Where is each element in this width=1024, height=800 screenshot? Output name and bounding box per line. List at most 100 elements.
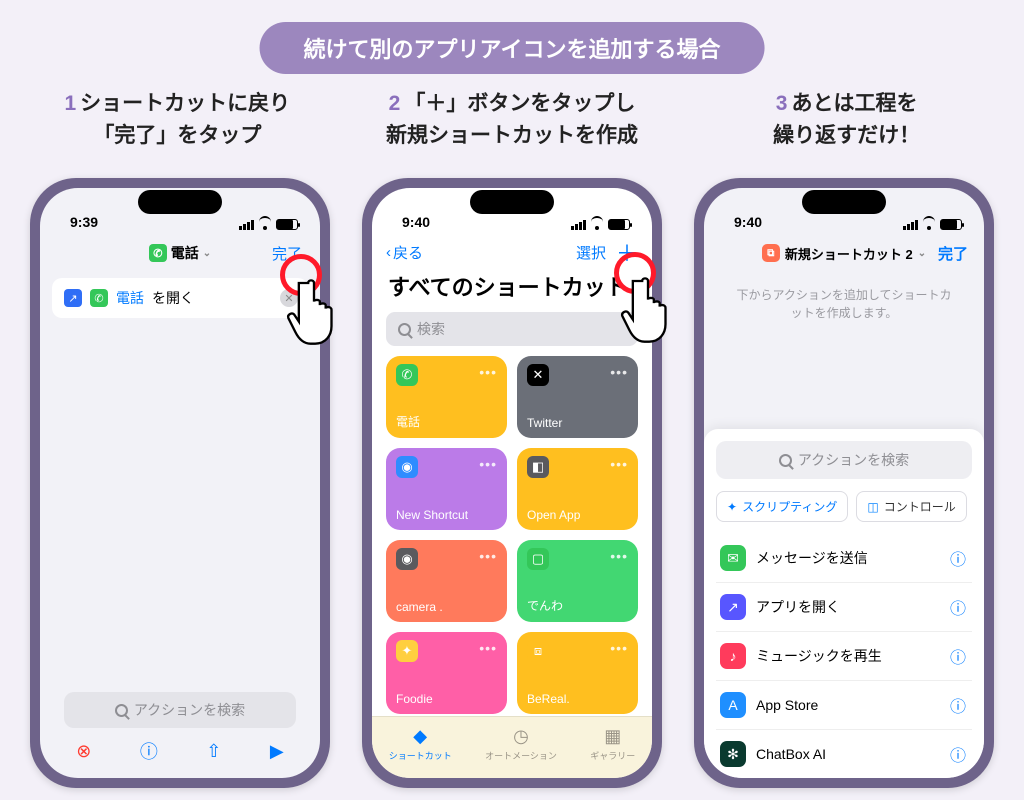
tile-label: camera . (396, 600, 443, 614)
back-button[interactable]: ‹ 戻る (386, 242, 423, 263)
nav-bar: ‹ 戻る 選択 ＋ (372, 234, 652, 270)
shortcut-tile[interactable]: ✦•••Foodie (386, 632, 507, 714)
action-search-bar[interactable]: アクションを検索 (716, 441, 972, 479)
phone-mockup-2: 9:40 ‹ 戻る 選択 ＋ すべてのショートカット (362, 178, 662, 788)
tile-app-icon: ✆ (396, 364, 418, 386)
bottom-tab-bar: ◆ ショートカット ◷ オートメーション ▦ ギャラリー (372, 716, 652, 778)
category-chips: ✦ スクリプティング ◫ コントロール ▮ (716, 491, 972, 522)
action-label: App Store (756, 697, 818, 713)
action-label: アプリを開く (756, 597, 840, 617)
action-app-name: 電話 (116, 288, 144, 308)
tab-gallery[interactable]: ▦ ギャラリー (590, 726, 635, 762)
chip-control[interactable]: ◫ コントロール (856, 491, 966, 522)
dynamic-island (138, 190, 222, 214)
more-icon[interactable]: ••• (610, 456, 628, 472)
signal-icon (239, 220, 254, 230)
more-icon[interactable]: ••• (610, 548, 628, 564)
search-placeholder: アクションを検索 (134, 700, 245, 720)
shortcuts-search-bar[interactable]: 検索 (386, 312, 638, 346)
suggested-action-row[interactable]: ♪ ミュージックを再生 ⓘ (716, 632, 972, 681)
status-time: 9:40 (402, 214, 430, 230)
suggested-action-row[interactable]: ↗アプリを開くⓘ (716, 583, 972, 632)
empty-state-hint: 下からアクションを追加してショートカットを作成します。 (704, 272, 984, 336)
more-icon[interactable]: ••• (479, 364, 497, 380)
chip-label: コントロール (884, 498, 956, 515)
suggested-action-row[interactable]: A App Store ⓘ (716, 681, 972, 730)
info-icon[interactable]: ⓘ (140, 738, 158, 764)
shortcut-tile[interactable]: ✕•••Twitter (517, 356, 638, 438)
shortcuts-grid: ✆•••電話✕•••Twitter◉•••New Shortcut◧•••Ope… (372, 356, 652, 714)
tile-label: Twitter (527, 416, 562, 430)
search-placeholder: 検索 (417, 319, 445, 339)
tab-label: ギャラリー (590, 749, 635, 762)
editor-toolbar: ⊗ ⓘ ⇧ ▶ (52, 738, 308, 764)
chip-label: スクリプティング (742, 498, 837, 515)
chevron-down-icon: ⌄ (918, 248, 926, 259)
info-icon[interactable]: ⓘ (950, 644, 966, 668)
title-text: 電話 (171, 243, 199, 263)
clock-icon: ◷ (513, 726, 529, 747)
action-app-icon: ♪ (720, 643, 746, 669)
status-time: 9:40 (734, 214, 762, 230)
info-icon[interactable]: ⓘ (950, 595, 966, 619)
action-label: ChatBox AI (756, 746, 826, 762)
action-app-icon: ✉ (720, 545, 746, 571)
shortcut-tile[interactable]: ◉•••New Shortcut (386, 448, 507, 530)
chevron-down-icon: ⌄ (203, 248, 211, 259)
shortcut-app-icon: ⧉ (762, 244, 780, 262)
info-icon[interactable]: ⓘ (950, 546, 966, 570)
nav-bar: ✆ 電話 ⌄ 完了 (40, 234, 320, 272)
more-icon[interactable]: ••• (479, 548, 497, 564)
share-icon[interactable]: ⇧ (206, 741, 221, 762)
done-button[interactable]: 完了 (938, 243, 968, 264)
back-label: 戻る (393, 242, 423, 263)
battery-icon (276, 219, 298, 230)
more-icon[interactable]: ••• (479, 456, 497, 472)
tab-label: オートメーション (485, 749, 557, 762)
close-icon[interactable]: ⊗ (76, 741, 91, 762)
action-suffix-text: を開く (152, 288, 194, 308)
search-icon (398, 323, 411, 336)
signal-icon (903, 220, 918, 230)
nav-bar: ⧉ 新規ショートカット 2 ⌄ 完了 (704, 234, 984, 272)
phone-app-icon: ✆ (90, 289, 108, 307)
step-text-line1: あとは工程を (791, 92, 917, 115)
shortcut-tile[interactable]: ◧•••Open App (517, 448, 638, 530)
tile-app-icon: ◉ (396, 548, 418, 570)
shortcut-tile[interactable]: ✆•••電話 (386, 356, 507, 438)
info-icon[interactable]: ⓘ (950, 742, 966, 766)
play-icon[interactable]: ▶ (270, 741, 284, 762)
tile-label: でんわ (527, 597, 563, 614)
chip-scripting[interactable]: ✦ スクリプティング (716, 491, 848, 522)
step-text-line2: 繰り返すだけ！ (773, 124, 920, 147)
more-icon[interactable]: ••• (610, 640, 628, 656)
tile-app-icon: ✦ (396, 640, 418, 662)
action-app-icon: ✻ (720, 741, 746, 767)
select-button[interactable]: 選択 (576, 242, 606, 263)
more-icon[interactable]: ••• (479, 640, 497, 656)
shortcut-title[interactable]: ✆ 電話 ⌄ (149, 243, 211, 263)
step-text-line1: ショートカットに戻り (80, 92, 290, 115)
shortcut-tile[interactable]: ▢•••でんわ (517, 540, 638, 622)
action-app-icon: A (720, 692, 746, 718)
signal-icon (571, 220, 586, 230)
search-icon (115, 704, 128, 717)
phone-mockup-3: 9:40 ⧉ 新規ショートカット 2 ⌄ 完了 下からアクションを追加してショー… (694, 178, 994, 788)
step-number: 1 (64, 92, 76, 115)
action-search-bar[interactable]: アクションを検索 (64, 692, 296, 728)
shortcut-title[interactable]: ⧉ 新規ショートカット 2 ⌄ (762, 244, 926, 263)
stack-icon: ◆ (413, 726, 427, 747)
shortcut-tile[interactable]: ⧈•••BeReal. (517, 632, 638, 714)
tab-automation[interactable]: ◷ オートメーション (485, 726, 557, 762)
info-icon[interactable]: ⓘ (950, 693, 966, 717)
action-label: ミュージックを再生 (756, 646, 882, 666)
tile-app-icon: ◉ (396, 456, 418, 478)
shortcut-tile[interactable]: ◉ ••• camera . (386, 540, 507, 622)
open-app-action-row[interactable]: ↗ ✆ 電話 を開く ✕ (52, 278, 308, 318)
tab-shortcuts[interactable]: ◆ ショートカット (389, 726, 452, 762)
suggested-action-row[interactable]: ✉メッセージを送信ⓘ (716, 534, 972, 583)
tile-label: BeReal. (527, 692, 570, 706)
suggested-action-row[interactable]: ✻ ChatBox AI ⓘ (716, 730, 972, 778)
wifi-icon (590, 220, 604, 230)
more-icon[interactable]: ••• (610, 364, 628, 380)
